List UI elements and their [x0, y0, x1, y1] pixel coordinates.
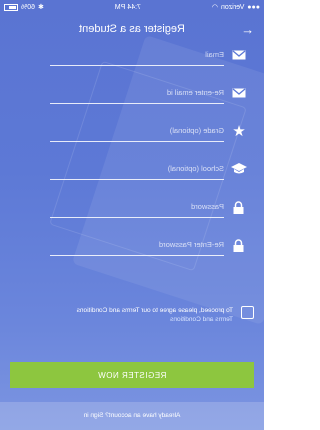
status-left: ●●● Verizon ◠: [211, 3, 260, 12]
mirrored-layer: ●●● Verizon ◠ 7:44 PM ✱ 60% ← Register a…: [0, 0, 264, 430]
bluetooth-icon: ✱: [38, 4, 44, 11]
reenter-email-field[interactable]: Re-enter email id: [10, 76, 254, 104]
envelope-icon: [224, 44, 254, 66]
star-icon: ★: [232, 123, 246, 140]
lock-icon: [224, 234, 254, 256]
signin-link[interactable]: Already have an account? Sign in: [0, 402, 264, 430]
grade-input[interactable]: Grade (optional): [50, 119, 224, 142]
terms-text: To proceed, please agree to our Terms an…: [76, 307, 233, 314]
school-input[interactable]: School (optional): [50, 157, 224, 180]
school-field[interactable]: School (optional): [10, 152, 254, 180]
header: ← Register as a Student: [0, 18, 264, 40]
envelope-icon: [224, 82, 254, 104]
back-arrow-icon[interactable]: ←: [234, 22, 254, 37]
password-input[interactable]: Password: [50, 195, 224, 218]
terms-text-block: To proceed, please agree to our Terms an…: [77, 306, 233, 324]
email-input[interactable]: Email: [50, 43, 224, 66]
time-label: 7:44 PM: [114, 3, 141, 11]
page-title: Register as a Student: [79, 23, 185, 35]
lock-icon: [224, 196, 254, 218]
register-screen: ●●● Verizon ◠ 7:44 PM ✱ 60% ← Register a…: [0, 0, 264, 430]
signal-icon: ●●●: [247, 3, 260, 11]
terms-checkbox[interactable]: [241, 306, 254, 319]
email-field[interactable]: Email: [10, 38, 254, 66]
register-button[interactable]: REGISTER NOW: [10, 362, 254, 388]
wifi-icon: ◠: [211, 4, 218, 11]
terms-link[interactable]: Terms and Conditions: [77, 315, 233, 324]
reenter-email-input[interactable]: Re-enter email id: [50, 81, 224, 104]
password-field[interactable]: Password: [10, 190, 254, 218]
battery-icon: [4, 3, 18, 11]
reenter-password-input[interactable]: Re-Enter Password: [50, 233, 224, 256]
carrier-label: Verizon: [220, 3, 245, 11]
terms-row: To proceed, please agree to our Terms an…: [10, 306, 254, 324]
grade-field[interactable]: ★ Grade (optional): [10, 114, 254, 142]
status-right: ✱ 60%: [4, 3, 44, 11]
graduation-cap-icon: [224, 158, 254, 180]
reenter-password-field[interactable]: Re-Enter Password: [10, 228, 254, 256]
battery-label: 60%: [21, 3, 36, 11]
status-bar: ●●● Verizon ◠ 7:44 PM ✱ 60%: [0, 0, 264, 14]
